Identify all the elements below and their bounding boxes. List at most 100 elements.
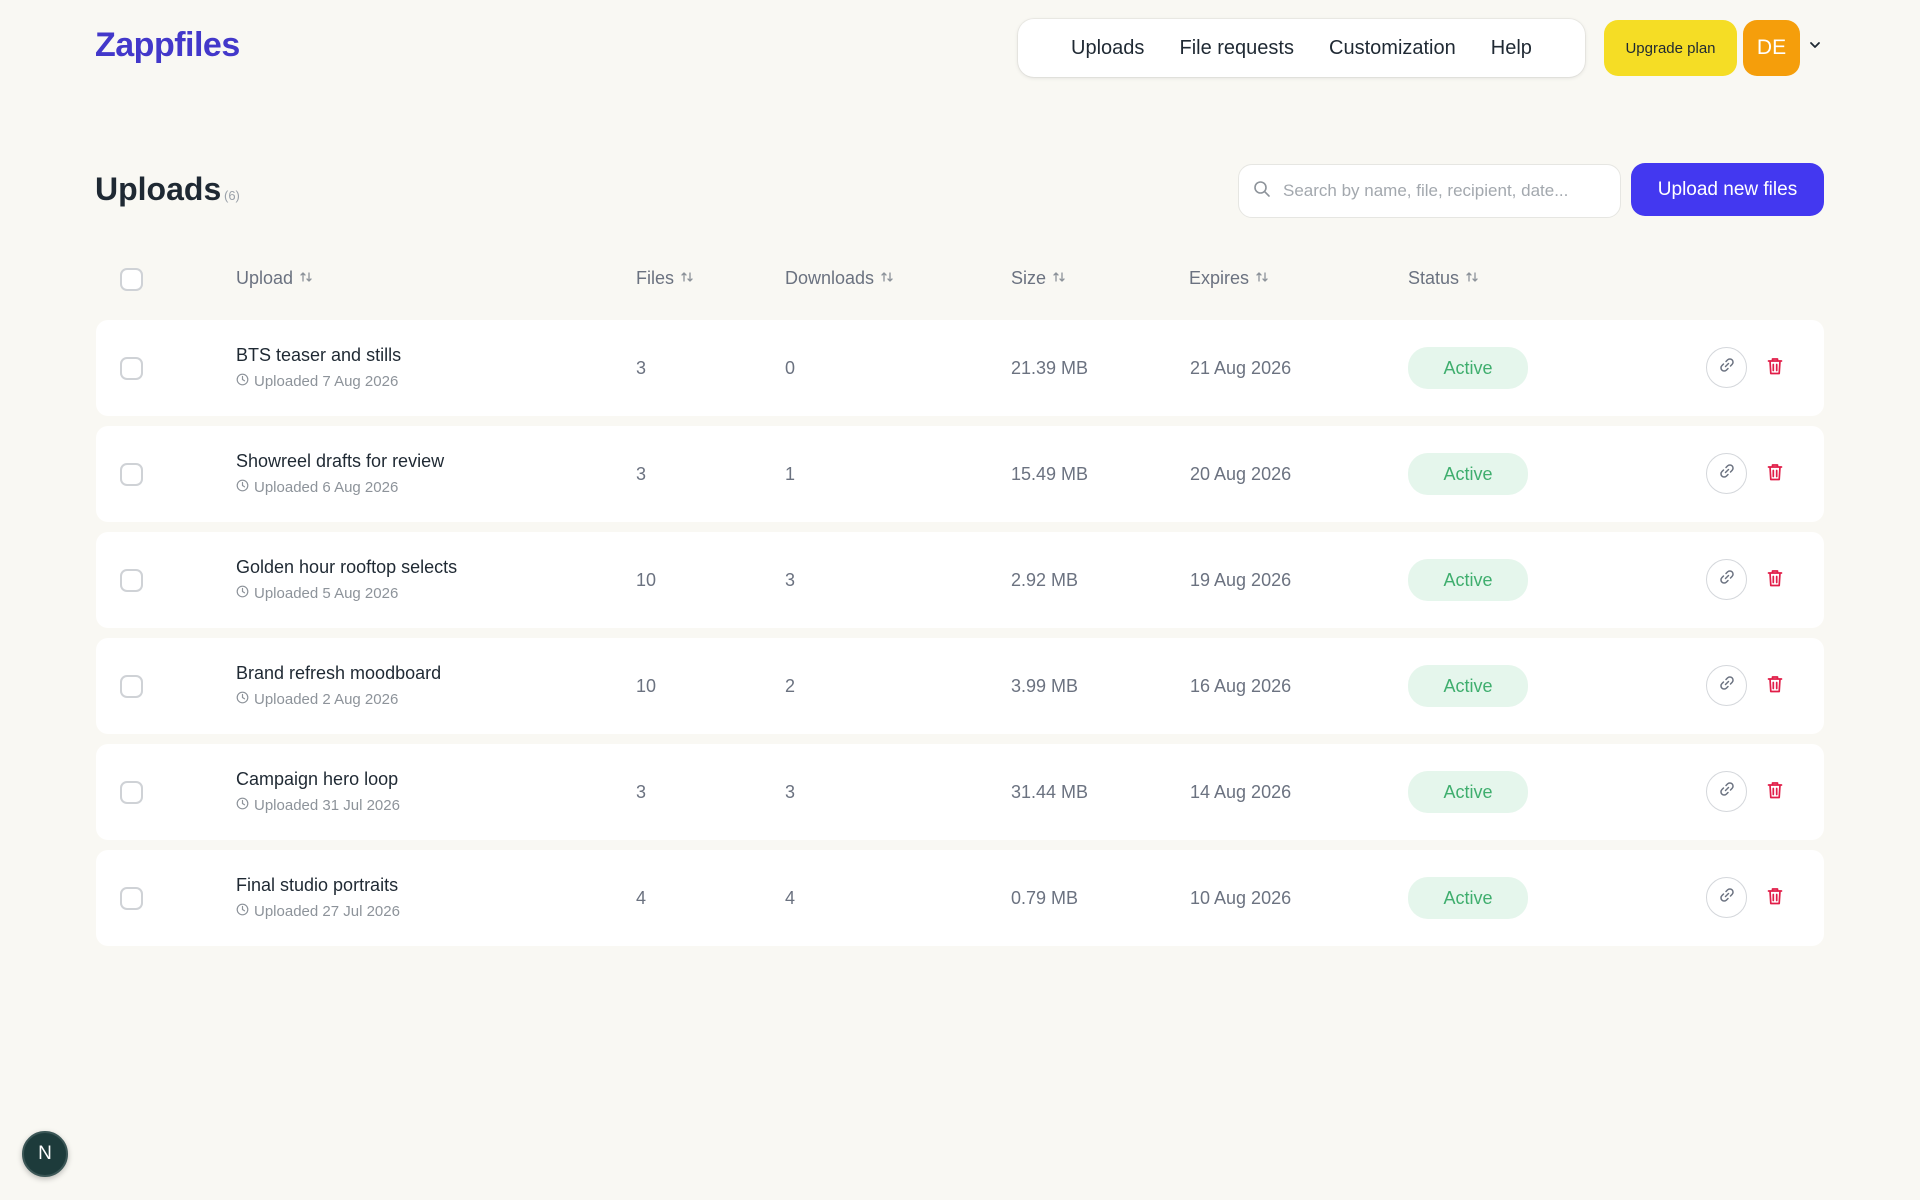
copy-link-button[interactable]	[1706, 665, 1747, 706]
clock-icon	[236, 585, 249, 602]
downloads-count: 1	[785, 464, 796, 484]
trash-icon	[1767, 781, 1783, 804]
status-badge: Active	[1408, 771, 1528, 813]
expiry-date: 14 Aug 2026	[1190, 782, 1292, 802]
status-badge: Active	[1408, 453, 1528, 495]
row-checkbox[interactable]	[120, 569, 143, 592]
status-badge: Active	[1408, 347, 1528, 389]
uploaded-date: Uploaded 7 Aug 2026	[236, 373, 398, 390]
column-size[interactable]: Size	[1011, 268, 1066, 289]
delete-button[interactable]	[1763, 885, 1787, 911]
row-checkbox[interactable]	[120, 781, 143, 804]
column-label: Upload	[236, 268, 294, 288]
dev-indicator-badge[interactable]: N	[22, 1131, 68, 1177]
files-count: 10	[636, 570, 657, 590]
clock-icon	[236, 903, 249, 920]
delete-button[interactable]	[1763, 461, 1787, 487]
uploaded-text: Uploaded 2 Aug 2026	[254, 691, 399, 708]
table-row[interactable]: Golden hour rooftop selects Uploaded 5 A…	[96, 532, 1824, 628]
table-row[interactable]: Brand refresh moodboard Uploaded 2 Aug 2…	[96, 638, 1824, 734]
table-row[interactable]: BTS teaser and stills Uploaded 7 Aug 202…	[96, 320, 1824, 416]
upload-name[interactable]: Golden hour rooftop selects	[236, 557, 457, 578]
upload-name[interactable]: Final studio portraits	[236, 875, 398, 896]
sort-icon	[1255, 268, 1269, 289]
link-icon	[1717, 885, 1737, 910]
files-count: 4	[636, 888, 647, 908]
select-all-checkbox[interactable]	[120, 268, 143, 291]
uploaded-date: Uploaded 6 Aug 2026	[236, 479, 398, 496]
upload-name[interactable]: BTS teaser and stills	[236, 345, 401, 366]
downloads-count: 3	[785, 570, 796, 590]
table-row[interactable]: Showreel drafts for review Uploaded 6 Au…	[96, 426, 1824, 522]
delete-button[interactable]	[1763, 355, 1787, 381]
delete-button[interactable]	[1763, 673, 1787, 699]
search-icon	[1253, 180, 1271, 203]
trash-icon	[1767, 463, 1783, 486]
column-expires[interactable]: Expires	[1189, 268, 1269, 289]
upload-name[interactable]: Campaign hero loop	[236, 769, 398, 790]
chevron-down-icon[interactable]	[1806, 36, 1824, 54]
upload-name[interactable]: Showreel drafts for review	[236, 451, 444, 472]
trash-icon	[1767, 357, 1783, 380]
sort-icon	[1465, 268, 1479, 289]
nav-uploads[interactable]: Uploads	[1071, 37, 1144, 60]
link-icon	[1717, 355, 1737, 380]
row-checkbox[interactable]	[120, 463, 143, 486]
avatar[interactable]: DE	[1743, 20, 1800, 76]
column-label: Downloads	[785, 268, 875, 288]
uploaded-text: Uploaded 6 Aug 2026	[254, 479, 399, 496]
status-badge: Active	[1408, 877, 1528, 919]
expiry-date: 20 Aug 2026	[1190, 464, 1292, 484]
copy-link-button[interactable]	[1706, 453, 1747, 494]
column-label: Size	[1011, 268, 1047, 288]
sort-icon	[680, 268, 694, 289]
link-icon	[1717, 461, 1737, 486]
files-count: 10	[636, 676, 657, 696]
column-status[interactable]: Status	[1408, 268, 1479, 289]
copy-link-button[interactable]	[1706, 347, 1747, 388]
column-label: Status	[1408, 268, 1460, 288]
row-checkbox[interactable]	[120, 887, 143, 910]
nav-customization[interactable]: Customization	[1329, 37, 1456, 60]
upgrade-plan-button[interactable]: Upgrade plan	[1604, 20, 1737, 76]
uploaded-text: Uploaded 5 Aug 2026	[254, 585, 399, 602]
uploads-count: (6)	[224, 188, 240, 203]
files-count: 3	[636, 464, 647, 484]
sort-icon	[880, 268, 894, 289]
column-downloads[interactable]: Downloads	[785, 268, 894, 289]
file-size: 21.39 MB	[1011, 358, 1089, 378]
brand-logo[interactable]: Zappfiles	[95, 26, 240, 65]
copy-link-button[interactable]	[1706, 771, 1747, 812]
downloads-count: 4	[785, 888, 796, 908]
clock-icon	[236, 479, 249, 496]
delete-button[interactable]	[1763, 779, 1787, 805]
trash-icon	[1767, 569, 1783, 592]
uploaded-date: Uploaded 2 Aug 2026	[236, 691, 398, 708]
copy-link-button[interactable]	[1706, 877, 1747, 918]
expiry-date: 16 Aug 2026	[1190, 676, 1292, 696]
nav-help[interactable]: Help	[1491, 37, 1532, 60]
top-nav: Uploads File requests Customization Help	[1018, 19, 1585, 77]
column-upload[interactable]: Upload	[236, 268, 313, 289]
search-field[interactable]	[1238, 164, 1621, 218]
copy-link-button[interactable]	[1706, 559, 1747, 600]
column-label: Expires	[1189, 268, 1250, 288]
clock-icon	[236, 797, 249, 814]
table-row[interactable]: Final studio portraits Uploaded 27 Jul 2…	[96, 850, 1824, 946]
row-checkbox[interactable]	[120, 675, 143, 698]
uploaded-text: Uploaded 27 Jul 2026	[254, 903, 400, 920]
link-icon	[1717, 567, 1737, 592]
file-size: 31.44 MB	[1011, 782, 1089, 802]
column-files[interactable]: Files	[636, 268, 694, 289]
row-checkbox[interactable]	[120, 357, 143, 380]
upload-name[interactable]: Brand refresh moodboard	[236, 663, 441, 684]
expiry-date: 21 Aug 2026	[1190, 358, 1292, 378]
delete-button[interactable]	[1763, 567, 1787, 593]
files-count: 3	[636, 782, 647, 802]
file-size: 2.92 MB	[1011, 570, 1079, 590]
nav-file-requests[interactable]: File requests	[1179, 37, 1294, 60]
table-row[interactable]: Campaign hero loop Uploaded 31 Jul 2026 …	[96, 744, 1824, 840]
search-input[interactable]	[1283, 181, 1603, 201]
sort-icon	[1052, 268, 1066, 289]
upload-new-files-button[interactable]: Upload new files	[1631, 163, 1824, 216]
